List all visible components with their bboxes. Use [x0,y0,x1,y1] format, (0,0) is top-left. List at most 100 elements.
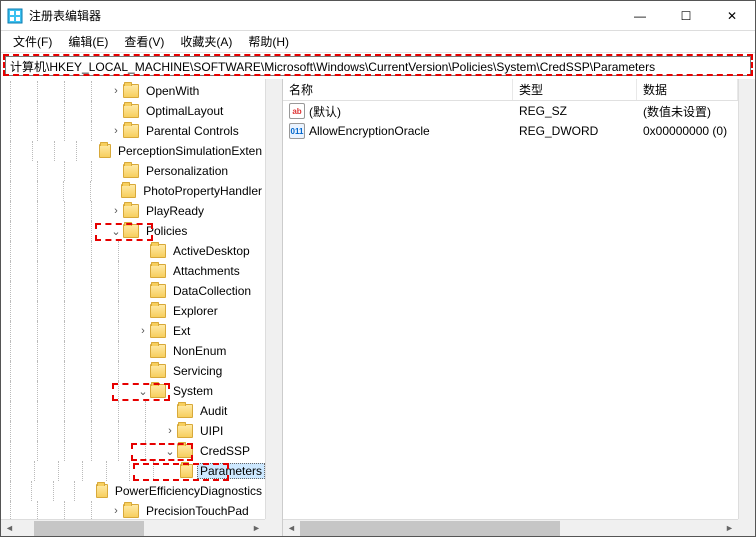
tree-label: System [170,383,216,399]
tree-scrollbar-horizontal[interactable]: ◄ ► [1,519,265,536]
list-scrollbar-horizontal[interactable]: ◄ ► [283,519,738,536]
tree-node-audit[interactable]: ·Audit [1,401,265,421]
scroll-corner [265,519,282,536]
tree-node-servicing[interactable]: ·Servicing [1,361,265,381]
tree-label: PowerEfficiencyDiagnostics [112,483,265,499]
close-button[interactable]: ✕ [709,1,755,31]
folder-icon [177,444,193,458]
tree-label: CredSSP [197,443,253,459]
scroll-left-icon[interactable]: ◄ [1,520,18,537]
tree-label: OptimalLayout [143,103,226,119]
tree-node-nonenum[interactable]: ·NonEnum [1,341,265,361]
tree-label: UIPI [197,423,226,439]
value-type: REG_DWORD [513,123,637,139]
tree-node-system[interactable]: ⌄System [1,381,265,401]
tree-node-credssp[interactable]: ⌄CredSSP [1,441,265,461]
titlebar: 注册表编辑器 — ☐ ✕ [1,1,755,31]
menu-help[interactable]: 帮助(H) [240,31,297,52]
tree-node-activedesktop[interactable]: ·ActiveDesktop [1,241,265,261]
folder-icon [177,404,193,418]
menu-edit[interactable]: 编辑(E) [60,31,116,52]
folder-icon [180,464,193,478]
tree-label: Audit [197,403,230,419]
tree-node-openwith[interactable]: ›OpenWith [1,81,265,101]
address-bar-container: 计算机\HKEY_LOCAL_MACHINE\SOFTWARE\Microsof… [1,53,755,79]
scroll-left-icon[interactable]: ◄ [283,520,300,537]
folder-icon [150,284,166,298]
tree-node-personalization[interactable]: ·Personalization [1,161,265,181]
tree-node-powereff[interactable]: ·PowerEfficiencyDiagnostics [1,481,265,501]
regedit-app-icon [7,8,23,24]
folder-icon [123,104,139,118]
tree-label: Servicing [170,363,225,379]
menu-file[interactable]: 文件(F) [5,31,60,52]
tree-scroll[interactable]: ›OpenWith ·OptimalLayout ›Parental Contr… [1,79,265,519]
folder-icon [99,144,111,158]
scroll-thumb[interactable] [300,521,560,536]
folder-icon [123,204,139,218]
folder-icon [123,224,139,238]
list-row-allowencryptionoracle[interactable]: 011 AllowEncryptionOracle REG_DWORD 0x000… [283,121,738,141]
menu-view[interactable]: 查看(V) [116,31,172,52]
col-data[interactable]: 数据 [637,79,738,100]
tree-node-explorer[interactable]: ·Explorer [1,301,265,321]
tree-node-ext[interactable]: ›Ext [1,321,265,341]
folder-icon [150,344,166,358]
tree-label: PerceptionSimulationExten [115,143,265,159]
tree-pane: ›OpenWith ·OptimalLayout ›Parental Contr… [1,79,283,536]
tree-label: Parental Controls [143,123,242,139]
list-header: 名称 类型 数据 [283,79,738,101]
list-scroll[interactable]: 名称 类型 数据 ab(默认) REG_SZ (数值未设置) 011 AllowE… [283,79,738,519]
minimize-button[interactable]: — [617,1,663,31]
tree-label: Policies [143,223,190,239]
col-name[interactable]: 名称 [283,79,513,100]
tree-node-attachments[interactable]: ·Attachments [1,261,265,281]
scroll-right-icon[interactable]: ► [721,520,738,537]
value-name: AllowEncryptionOracle [309,124,430,138]
tree-node-parentalcontrols[interactable]: ›Parental Controls [1,121,265,141]
tree-label: Explorer [170,303,221,319]
tree-label: Personalization [143,163,231,179]
menu-favorites[interactable]: 收藏夹(A) [172,31,240,52]
tree-label: NonEnum [170,343,229,359]
tree-node-photoprop[interactable]: ·PhotoPropertyHandler [1,181,265,201]
tree-node-precisiontouch[interactable]: ›PrecisionTouchPad [1,501,265,519]
folder-icon [150,244,166,258]
folder-icon [123,84,139,98]
tree-label: Ext [170,323,193,339]
regedit-window: 注册表编辑器 — ☐ ✕ 文件(F) 编辑(E) 查看(V) 收藏夹(A) 帮助… [0,0,756,537]
tree-node-policies[interactable]: ⌄Policies [1,221,265,241]
folder-icon [150,264,166,278]
value-data: (数值未设置) [637,102,738,121]
scroll-right-icon[interactable]: ► [248,520,265,537]
tree-node-playready[interactable]: ›PlayReady [1,201,265,221]
string-value-icon: ab [289,103,305,119]
list-scrollbar-vertical[interactable] [738,79,755,519]
folder-icon [123,504,139,518]
tree-label: PlayReady [143,203,207,219]
address-bar[interactable]: 计算机\HKEY_LOCAL_MACHINE\SOFTWARE\Microsof… [5,56,751,76]
scroll-thumb[interactable] [34,521,144,536]
menubar: 文件(F) 编辑(E) 查看(V) 收藏夹(A) 帮助(H) [1,31,755,53]
dword-value-icon: 011 [289,123,305,139]
folder-icon [150,384,166,398]
scroll-corner [738,519,755,536]
col-type[interactable]: 类型 [513,79,637,100]
folder-icon [177,424,193,438]
folder-icon [121,184,137,198]
tree-node-parameters[interactable]: ·Parameters [1,461,265,481]
folder-icon [150,364,166,378]
tree-node-optimallayout[interactable]: ·OptimalLayout [1,101,265,121]
value-type: REG_SZ [513,103,637,119]
maximize-button[interactable]: ☐ [663,1,709,31]
folder-icon [150,304,166,318]
value-data: 0x00000000 (0) [637,123,738,139]
tree-scrollbar-vertical[interactable] [265,79,282,519]
window-title: 注册表编辑器 [29,7,101,24]
tree-label: Attachments [170,263,243,279]
tree-node-datacollection[interactable]: ·DataCollection [1,281,265,301]
tree-node-perceptionsim[interactable]: ·PerceptionSimulationExten [1,141,265,161]
folder-icon [150,324,166,338]
tree-node-uipi[interactable]: ›UIPI [1,421,265,441]
list-row-default[interactable]: ab(默认) REG_SZ (数值未设置) [283,101,738,121]
